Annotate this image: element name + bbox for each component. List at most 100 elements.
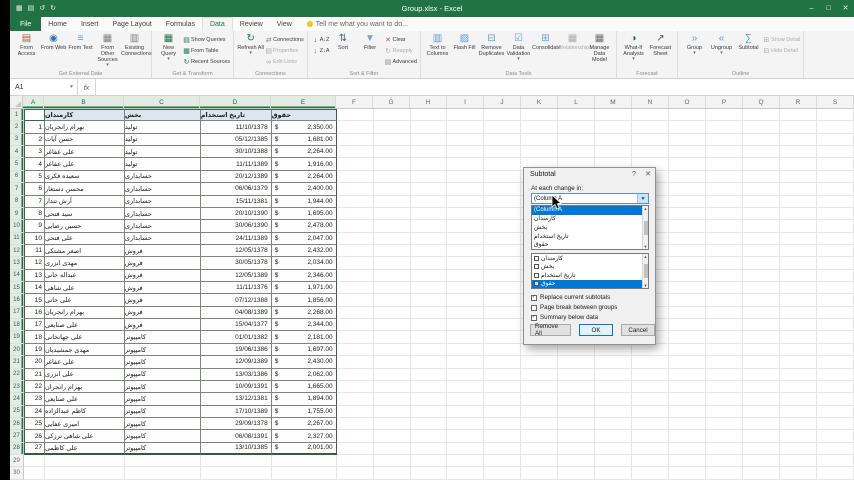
cell[interactable]: [706, 282, 744, 295]
cell[interactable]: [817, 430, 854, 443]
cell[interactable]: [817, 356, 854, 369]
ribbon-button-show-queries[interactable]: ▤ Show Queries: [182, 35, 230, 45]
ribbon-button-forecast-sheet[interactable]: ↗ Forecast Sheet: [647, 32, 674, 57]
cell[interactable]: 19/06/1386: [200, 343, 272, 357]
column-header-M[interactable]: M: [595, 96, 632, 108]
cell[interactable]: $1,894.00: [271, 393, 337, 406]
tab-home[interactable]: Home: [41, 17, 74, 31]
cell[interactable]: [743, 195, 781, 208]
cell[interactable]: [447, 417, 485, 431]
cell[interactable]: [780, 244, 818, 258]
checkbox-icon[interactable]: ✓: [534, 281, 539, 287]
cell[interactable]: [595, 109, 633, 122]
row-header-1[interactable]: 1: [10, 109, 24, 122]
cell[interactable]: [743, 133, 781, 147]
cell[interactable]: [484, 393, 522, 406]
cell[interactable]: [484, 195, 522, 208]
cell[interactable]: 01/01/1382: [200, 331, 272, 344]
cell[interactable]: [743, 109, 781, 122]
cell[interactable]: [706, 455, 744, 468]
cell[interactable]: $2,478.00: [271, 220, 337, 233]
cell[interactable]: [743, 207, 781, 221]
cell[interactable]: علی شاهی نرزکی: [44, 430, 125, 443]
row-header-7[interactable]: 7: [10, 183, 24, 196]
row-header-27[interactable]: 27: [10, 430, 24, 443]
cell[interactable]: [780, 269, 818, 283]
cell[interactable]: [706, 133, 744, 147]
cell[interactable]: 12/05/1389: [200, 269, 272, 283]
cell[interactable]: [706, 232, 744, 245]
column-header-J[interactable]: J: [484, 96, 521, 108]
cell[interactable]: [743, 306, 781, 320]
cell[interactable]: حسین رضایی: [44, 220, 125, 233]
subtotal-field-option[interactable]: ✓ حقوق: [532, 279, 642, 288]
dialog-title-bar[interactable]: Subtotal ? ✕: [524, 168, 655, 181]
cell[interactable]: [336, 158, 374, 171]
cell[interactable]: [410, 368, 448, 381]
cell[interactable]: کامپیوتر: [124, 405, 201, 418]
tab-review[interactable]: Review: [233, 17, 270, 31]
cell[interactable]: $1,755.00: [271, 405, 337, 418]
cell[interactable]: 15/11/1381: [200, 195, 272, 208]
undo-icon[interactable]: ↺: [39, 0, 45, 17]
cell[interactable]: کامپیوتر: [124, 356, 201, 369]
cell[interactable]: [706, 170, 744, 184]
cell[interactable]: [632, 405, 670, 418]
cell[interactable]: 13/12/1381: [200, 393, 272, 406]
cell[interactable]: [447, 393, 485, 406]
cell[interactable]: [410, 146, 448, 159]
cell[interactable]: [484, 368, 522, 381]
cell[interactable]: [410, 133, 448, 147]
cell[interactable]: تولید: [124, 121, 201, 134]
cell[interactable]: [336, 294, 374, 307]
cell[interactable]: [669, 269, 707, 283]
cell[interactable]: $1,971.00: [271, 282, 337, 295]
maximize-button[interactable]: □: [820, 0, 837, 17]
scrollbar-thumb[interactable]: [643, 220, 648, 235]
cell[interactable]: [484, 467, 522, 480]
cell[interactable]: [44, 467, 125, 480]
cell[interactable]: [410, 158, 448, 171]
cell[interactable]: [632, 442, 670, 456]
cell[interactable]: [373, 356, 411, 369]
cell[interactable]: [743, 220, 781, 233]
cell[interactable]: [743, 282, 781, 295]
checkbox-icon[interactable]: [531, 304, 537, 311]
cell[interactable]: $2,264.00: [271, 170, 337, 184]
cell[interactable]: [447, 257, 485, 270]
row-header-14[interactable]: 14: [10, 269, 24, 283]
cell[interactable]: [706, 207, 744, 221]
cell[interactable]: [780, 331, 818, 344]
cell[interactable]: حسابداری: [124, 207, 201, 221]
cell[interactable]: 21: [23, 368, 45, 381]
cell[interactable]: [632, 430, 670, 443]
column-header-B[interactable]: B: [44, 96, 124, 108]
ribbon-button-group[interactable]: » Group ▾: [681, 32, 708, 56]
cell[interactable]: [817, 467, 854, 480]
cell[interactable]: [484, 269, 522, 283]
row-header-4[interactable]: 4: [10, 146, 24, 159]
cell[interactable]: [336, 220, 374, 233]
ribbon-button-advanced[interactable]: ▤ Advanced: [384, 57, 417, 67]
cell[interactable]: [336, 467, 374, 480]
cell[interactable]: [780, 455, 817, 468]
cell[interactable]: [780, 133, 818, 147]
cell[interactable]: [484, 331, 522, 344]
cell[interactable]: کامپیوتر: [124, 393, 201, 406]
column-header-K[interactable]: K: [521, 96, 558, 108]
cell[interactable]: [595, 417, 633, 431]
cell[interactable]: [336, 244, 374, 258]
cell[interactable]: [743, 368, 781, 381]
cell[interactable]: [124, 455, 201, 468]
cell[interactable]: [484, 442, 522, 456]
row-header-12[interactable]: 12: [10, 244, 24, 258]
cell[interactable]: [558, 133, 596, 147]
cell[interactable]: [743, 455, 781, 468]
cell[interactable]: [669, 380, 707, 394]
row-header-30[interactable]: 30: [10, 467, 24, 480]
cell[interactable]: [669, 417, 707, 431]
cell[interactable]: [410, 331, 448, 344]
cell[interactable]: [706, 343, 744, 357]
cell[interactable]: [336, 306, 374, 320]
excel-logo-icon[interactable]: ▦: [16, 0, 23, 17]
